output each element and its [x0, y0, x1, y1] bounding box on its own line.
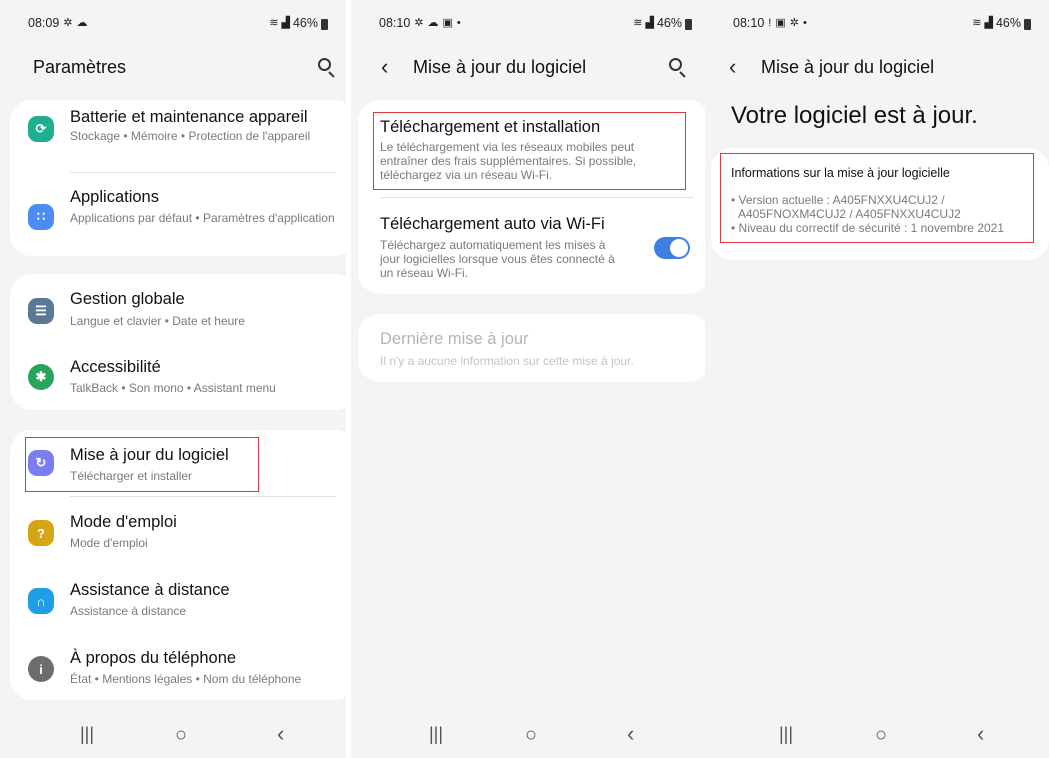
item-subtitle: État • Mentions légales • Nom du télépho… — [70, 672, 302, 686]
status-time: 08:10 — [733, 16, 765, 30]
device-care-icon: ⟳ — [28, 116, 54, 142]
signal-icon: ▟ — [984, 16, 993, 29]
item-subtitle: Stockage • Mémoire • Protection de l'app… — [70, 129, 311, 143]
auto-download-toggle[interactable] — [654, 237, 690, 259]
back-button[interactable]: ‹ — [977, 721, 984, 747]
search-icon[interactable] — [667, 56, 689, 78]
image-status-icon: ▣ — [442, 16, 453, 29]
item-subtitle: Langue et clavier • Date et heure — [70, 314, 245, 328]
navigation-bar: ||| ○ ‹ — [705, 718, 1049, 758]
auto-download-wifi-item[interactable]: Téléchargement auto via Wi-Fi Télécharge… — [358, 200, 710, 294]
search-icon[interactable] — [316, 56, 338, 78]
dot-status-icon: • — [802, 16, 807, 29]
settings-header: Paramètres — [0, 52, 346, 82]
recents-button[interactable]: ||| — [779, 724, 793, 745]
item-title: Téléchargement auto via Wi-Fi — [380, 215, 605, 233]
back-button[interactable]: ‹ — [627, 721, 634, 747]
software-up-to-date-screen: 08:10 ! ▣ ✲ • ≋ ▟ 46% ‹ Mise à jour du l… — [705, 0, 1049, 758]
home-button[interactable]: ○ — [525, 724, 537, 747]
gear-status-icon: ✲ — [789, 16, 799, 29]
last-update-card: Dernière mise à jour Il n'y a aucune inf… — [358, 314, 710, 382]
item-subtitle: Applications par défaut • Paramètres d'a… — [70, 211, 335, 225]
recents-button[interactable]: ||| — [80, 724, 94, 745]
divider — [70, 172, 336, 173]
signal-icon: ▟ — [281, 16, 290, 29]
item-title: Accessibilité — [70, 358, 161, 376]
remote-support-icon: ∩ — [28, 588, 54, 614]
item-title: Dernière mise à jour — [380, 330, 529, 348]
image-status-icon: ▣ — [775, 16, 786, 29]
signal-icon: ▟ — [645, 16, 654, 29]
item-title: Assistance à distance — [70, 581, 230, 599]
battery-percent: 46% — [292, 16, 318, 30]
item-subtitle: TalkBack • Son mono • Assistant menu — [70, 381, 276, 395]
divider — [70, 496, 336, 497]
item-title: Gestion globale — [70, 290, 185, 308]
settings-group-1: ⟳ Batterie et maintenance appareil Stock… — [10, 100, 346, 256]
page-title: Mise à jour du logiciel — [761, 56, 935, 77]
navigation-bar: ||| ○ ‹ — [351, 718, 710, 758]
wifi-icon: ≋ — [633, 16, 643, 29]
gear-status-icon: ✲ — [414, 16, 424, 29]
item-subtitle: Téléchargez automatiquement les mises à … — [380, 238, 615, 280]
up-to-date-headline: Votre logiciel est à jour. — [731, 102, 978, 129]
back-button[interactable]: ‹ — [277, 721, 284, 747]
last-update-item[interactable]: Dernière mise à jour Il n'y a aucune inf… — [358, 314, 710, 382]
status-bar: 08:10 ✲ ☁ ▣ • ≋ ▟ 46% — [351, 16, 710, 32]
settings-item-applications[interactable]: ∷ Applications Applications par défaut •… — [10, 178, 346, 256]
recents-button[interactable]: ||| — [429, 724, 443, 745]
highlight-box-download-install — [373, 112, 686, 190]
settings-item-remote-support[interactable]: ∩ Assistance à distance Assistance à dis… — [10, 566, 346, 632]
cloud-status-icon: ☁ — [76, 16, 88, 29]
settings-item-accessibility[interactable]: ✱ Accessibilité TalkBack • Son mono • As… — [10, 342, 346, 410]
about-phone-icon: i — [28, 656, 54, 682]
item-title: Applications — [70, 188, 159, 206]
settings-group-2: ☰ Gestion globale Langue et clavier • Da… — [10, 274, 346, 410]
page-title: Paramètres — [33, 56, 127, 77]
settings-item-battery[interactable]: ⟳ Batterie et maintenance appareil Stock… — [10, 100, 346, 178]
user-manual-icon: ? — [28, 520, 54, 546]
settings-item-about-phone[interactable]: i À propos du téléphone État • Mentions … — [10, 634, 346, 700]
highlight-box-software-update — [25, 437, 259, 492]
navigation-bar: ||| ○ ‹ — [0, 718, 346, 758]
accessibility-icon: ✱ — [28, 364, 54, 390]
software-update-screen: 08:10 ✲ ☁ ▣ • ≋ ▟ 46% ‹ Mise à jour du l… — [351, 0, 710, 758]
dot-status-icon: • — [456, 16, 461, 29]
item-title: Batterie et maintenance appareil — [70, 108, 308, 126]
battery-percent: 46% — [995, 16, 1021, 30]
battery-icon — [685, 18, 692, 30]
settings-item-general[interactable]: ☰ Gestion globale Langue et clavier • Da… — [10, 274, 346, 342]
software-update-header: ‹ Mise à jour du logiciel — [351, 52, 710, 82]
wifi-icon: ≋ — [269, 16, 279, 29]
general-management-icon: ☰ — [28, 298, 54, 324]
wifi-icon: ≋ — [972, 16, 982, 29]
item-subtitle: Assistance à distance — [70, 604, 187, 618]
alert-status-icon: ! — [768, 16, 772, 29]
status-time: 08:09 — [28, 16, 60, 30]
item-subtitle: Mode d'emploi — [70, 536, 148, 550]
item-title: Mode d'emploi — [70, 513, 177, 531]
item-title: À propos du téléphone — [70, 649, 237, 667]
cloud-status-icon: ☁ — [427, 16, 439, 29]
back-arrow-icon[interactable]: ‹ — [381, 56, 388, 78]
battery-icon — [1024, 18, 1031, 30]
home-button[interactable]: ○ — [175, 724, 187, 747]
gear-status-icon: ✲ — [63, 16, 73, 29]
highlight-box-update-info — [720, 153, 1034, 243]
status-bar: 08:10 ! ▣ ✲ • ≋ ▟ 46% — [705, 16, 1049, 32]
battery-percent: 46% — [656, 16, 682, 30]
back-arrow-icon[interactable]: ‹ — [729, 56, 736, 78]
software-update-header: ‹ Mise à jour du logiciel — [705, 52, 1049, 82]
settings-screen: 08:09 ✲ ☁ ≋ ▟ 46% Paramètres ⟳ Batterie … — [0, 0, 346, 758]
settings-item-user-manual[interactable]: ? Mode d'emploi Mode d'emploi — [10, 498, 346, 564]
item-subtitle: Il n'y a aucune information sur cette mi… — [380, 354, 634, 368]
home-button[interactable]: ○ — [875, 724, 887, 747]
battery-icon — [321, 18, 328, 30]
divider — [380, 197, 694, 198]
page-title: Mise à jour du logiciel — [413, 56, 587, 77]
status-bar: 08:09 ✲ ☁ ≋ ▟ 46% — [0, 16, 346, 32]
apps-icon: ∷ — [28, 204, 54, 230]
status-time: 08:10 — [379, 16, 411, 30]
